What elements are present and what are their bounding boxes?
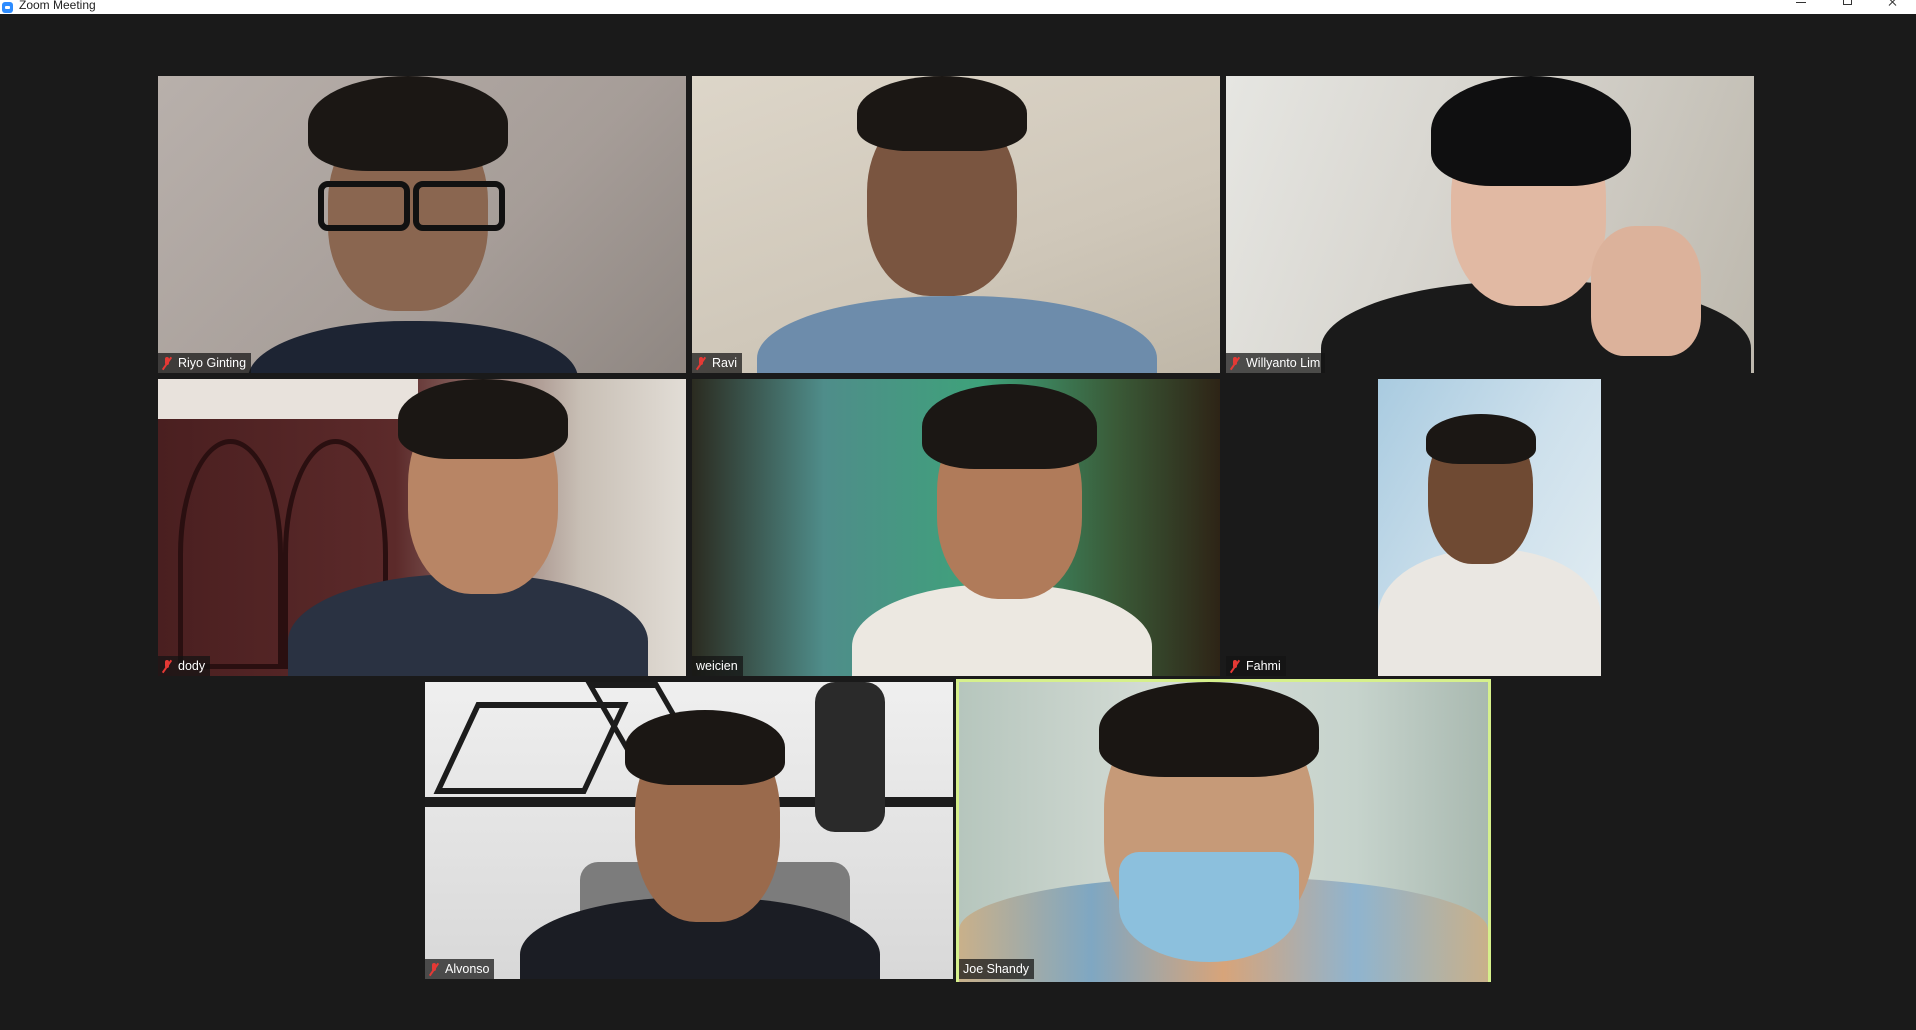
participant-name: Riyo Ginting <box>178 356 247 370</box>
participant-video <box>1226 76 1754 373</box>
participant-name-tag: Joe Shandy <box>959 959 1035 979</box>
participant-name: weicien <box>696 659 738 673</box>
participant-name-tag: Ravi <box>692 353 743 373</box>
participant-name-tag: Alvonso <box>425 959 495 979</box>
close-icon[interactable] <box>1870 0 1916 14</box>
muted-mic-icon <box>162 659 172 673</box>
participant-name: Alvonso <box>445 962 490 976</box>
participant-video <box>158 379 686 676</box>
participant-video <box>692 76 1220 373</box>
muted-mic-icon <box>1230 659 1240 673</box>
muted-mic-icon <box>162 356 172 370</box>
window-controls <box>1778 0 1916 14</box>
participant-tile-riyo-ginting[interactable]: Riyo Ginting <box>158 76 686 373</box>
participant-tile-weicien[interactable]: weicien <box>692 379 1220 676</box>
participant-video <box>959 682 1488 982</box>
participant-tile-alvonso[interactable]: Alvonso <box>425 682 953 979</box>
minimize-icon[interactable] <box>1778 0 1824 14</box>
window-titlebar: Zoom Meeting <box>0 0 1916 14</box>
participant-name-tag: weicien <box>692 656 743 676</box>
participant-name: Joe Shandy <box>963 962 1030 976</box>
participant-name-tag: Riyo Ginting <box>158 353 252 373</box>
participant-name: Fahmi <box>1246 659 1281 673</box>
maximize-icon[interactable] <box>1824 0 1870 14</box>
participant-name: dody <box>178 659 206 673</box>
participant-name: Willyanto Lim <box>1246 356 1321 370</box>
gallery-view: Riyo Ginting Ravi Willyanto Lim dody wei… <box>0 14 1916 1030</box>
zoom-app-icon <box>2 1 13 13</box>
muted-mic-icon <box>696 356 706 370</box>
participant-video <box>692 379 1220 676</box>
muted-mic-icon <box>429 962 439 976</box>
participant-tile-ravi[interactable]: Ravi <box>692 76 1220 373</box>
window-title: Zoom Meeting <box>19 0 96 12</box>
participant-video <box>1378 379 1601 676</box>
participant-name-tag: dody <box>158 656 211 676</box>
participant-tile-dody[interactable]: dody <box>158 379 686 676</box>
participant-video <box>425 682 953 979</box>
participant-name-tag: Fahmi <box>1226 656 1286 676</box>
muted-mic-icon <box>1230 356 1240 370</box>
participant-tile-willyanto-lim[interactable]: Willyanto Lim <box>1226 76 1754 373</box>
participant-tile-joe-shandy[interactable]: Joe Shandy <box>956 679 1491 982</box>
participant-video <box>158 76 686 373</box>
participant-name: Ravi <box>712 356 738 370</box>
participant-name-tag: Willyanto Lim <box>1226 353 1326 373</box>
participant-tile-fahmi[interactable]: Fahmi <box>1226 379 1754 676</box>
